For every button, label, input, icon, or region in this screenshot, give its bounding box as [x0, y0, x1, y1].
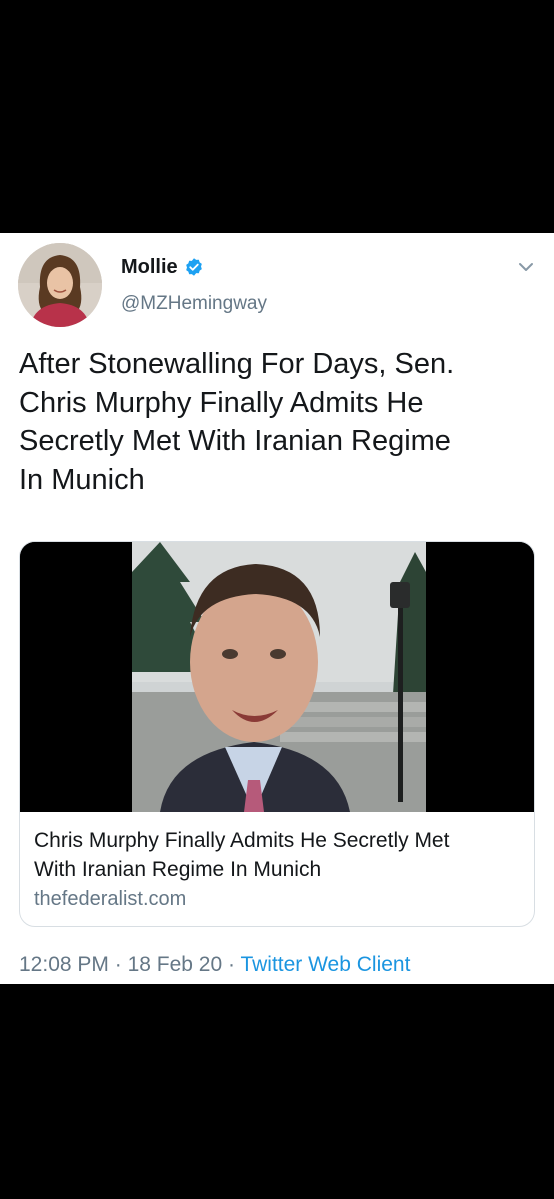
- card-title-line: With Iranian Regime In Munich: [34, 858, 322, 881]
- link-card[interactable]: Chris Murphy Finally Admits He Secretly …: [19, 541, 535, 927]
- top-letterbox: [0, 0, 554, 233]
- chevron-down-icon[interactable]: [516, 257, 536, 277]
- tweet: Mollie @MZHemingway After Stonewalling F…: [0, 233, 554, 984]
- tweet-metadata: 12:08 PM · 18 Feb 20 · Twitter Web Clien…: [19, 953, 410, 977]
- tweet-text-line: Chris Murphy Finally Admits He: [19, 386, 424, 419]
- verified-badge-icon: [185, 258, 202, 276]
- card-domain: thefederalist.com: [34, 888, 187, 910]
- bottom-letterbox: [0, 984, 554, 1199]
- tweet-text-line: Secretly Met With Iranian Regime: [19, 425, 451, 457]
- card-image: [20, 542, 534, 812]
- avatar-image: [18, 243, 102, 327]
- meta-separator: ·: [222, 953, 241, 976]
- tweet-time[interactable]: 12:08 PM: [19, 953, 109, 976]
- screenshot: Mollie @MZHemingway After Stonewalling F…: [0, 0, 554, 1199]
- card-title: Chris Murphy Finally Admits He Secretly …: [34, 826, 514, 884]
- tweet-date[interactable]: 18 Feb 20: [128, 953, 223, 976]
- tweet-client[interactable]: Twitter Web Client: [240, 953, 410, 976]
- card-photo: [20, 542, 534, 812]
- tweet-text: After Stonewalling For Days, Sen. Chris …: [19, 345, 539, 499]
- tweet-text-line: In Munich: [19, 463, 145, 496]
- display-name[interactable]: Mollie: [121, 256, 178, 279]
- avatar[interactable]: [18, 243, 102, 327]
- card-title-line: Chris Murphy Finally Admits He Secretly …: [34, 829, 450, 852]
- meta-separator: ·: [108, 953, 128, 976]
- name-row: Mollie: [121, 253, 204, 281]
- handle[interactable]: @MZHemingway: [121, 293, 267, 315]
- tweet-text-line: After Stonewalling For Days, Sen.: [19, 348, 455, 380]
